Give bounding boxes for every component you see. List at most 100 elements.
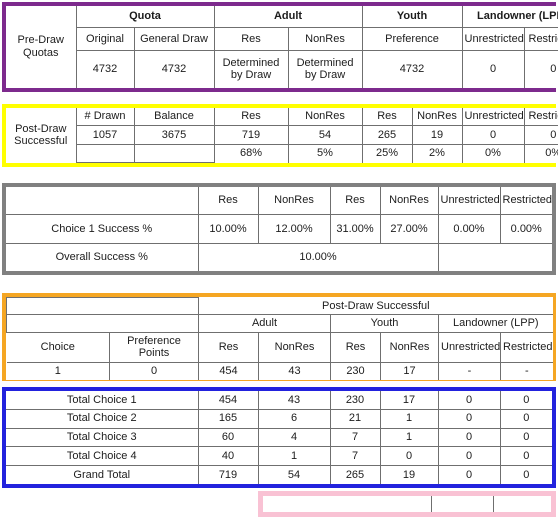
table-row: Overall Success % 10.00% xyxy=(6,242,552,271)
col-header-lpp-unrestricted: Unrestricted xyxy=(438,331,501,364)
totals-youth-res: 7 xyxy=(329,446,381,467)
totals-adult-res: 60 xyxy=(197,427,259,448)
choice-preference-grid: Post-Draw Successful Adult Youth Landown… xyxy=(6,296,553,380)
table-row: Choice Preference Points Res NonRes Res … xyxy=(6,331,553,364)
row-choice: 1 xyxy=(6,362,110,380)
group-header-landowner: Landowner (LPP) xyxy=(437,314,553,333)
percent-youth-res: 25% xyxy=(361,144,413,163)
group-header-adult: Adult xyxy=(213,6,363,29)
totals-lpp-restricted: 0 xyxy=(499,427,552,448)
overall-success-label: Overall Success % xyxy=(6,242,199,271)
totals-row-label: Total Choice 2 xyxy=(6,408,199,429)
choice-preference-table: Post-Draw Successful Adult Youth Landown… xyxy=(2,293,556,381)
totals-lpp-restricted: 0 xyxy=(499,446,552,467)
totals-grid: Total Choice 1 454 43 230 17 0 0 Total C… xyxy=(6,391,552,484)
count-num-drawn: 1057 xyxy=(75,125,135,145)
col-header-adult-nonres: NonRes xyxy=(257,187,331,216)
choice1-adult-nonres: 12.00% xyxy=(257,214,331,244)
pre-draw-row-label: Pre-Draw Quotas xyxy=(6,6,77,88)
group-header-quota: Quota xyxy=(75,6,215,29)
value-youth-preference: 4732 xyxy=(361,49,463,88)
totals-lpp-restricted: 0 xyxy=(499,465,552,484)
pink-cell-2 xyxy=(430,496,494,512)
totals-adult-res: 40 xyxy=(197,446,259,467)
totals-lpp-unrestricted: 0 xyxy=(437,465,501,484)
totals-table: Total Choice 1 454 43 230 17 0 0 Total C… xyxy=(2,387,556,488)
col-header-balance: Balance xyxy=(133,108,215,127)
group-header-youth: Youth xyxy=(361,6,463,29)
choice1-lpp-restricted: 0.00% xyxy=(499,214,552,244)
col-header-choice: Choice xyxy=(6,331,110,364)
table-row: Pre-Draw Quotas Quota Adult Youth Landow… xyxy=(6,6,558,88)
totals-row-label: Total Choice 3 xyxy=(6,427,199,448)
col-header-youth-nonres: NonRes xyxy=(411,108,463,127)
choice-title-spacer xyxy=(6,296,199,316)
group-header-adult: Adult xyxy=(198,314,331,333)
count-balance: 3675 xyxy=(133,125,215,145)
percent-youth-nonres: 2% xyxy=(411,144,463,163)
table-row: Choice 1 Success % 10.00% 12.00% 31.00% … xyxy=(6,214,552,244)
table-row: Total Choice 3 60 4 7 1 0 0 xyxy=(6,427,552,448)
pink-cell-3 xyxy=(492,496,551,512)
post-draw-successful-table: Post-Draw Successful # Drawn Balance Res… xyxy=(2,104,558,167)
totals-adult-res: 719 xyxy=(197,465,259,484)
group-header-landowner: Landowner (LPP) xyxy=(461,6,558,29)
percent-lpp-unrestricted: 0% xyxy=(461,144,525,163)
percent-adult-res: 68% xyxy=(213,144,289,163)
percent-adult-nonres: 5% xyxy=(287,144,363,163)
row-lpp-unrestricted: - xyxy=(438,362,501,380)
totals-adult-nonres: 1 xyxy=(257,446,331,467)
table-row: Res NonRes Res NonRes Unrestricted Restr… xyxy=(6,187,552,216)
col-header-adult-res: Res xyxy=(197,187,259,216)
totals-youth-nonres: 19 xyxy=(379,465,439,484)
table-row: Post-Draw Successful # Drawn Balance Res… xyxy=(6,108,558,163)
col-header-adult-res: Res xyxy=(213,27,289,51)
row-youth-nonres: 17 xyxy=(380,362,439,380)
col-header-lpp-unrestricted: Unrestricted xyxy=(461,108,525,127)
totals-row-label: Grand Total xyxy=(6,465,199,484)
col-header-adult-nonres: NonRes xyxy=(258,331,331,364)
table-row: Post-Draw Successful xyxy=(6,296,553,316)
count-youth-nonres: 19 xyxy=(411,125,463,145)
totals-row-label: Total Choice 4 xyxy=(6,446,199,467)
value-adult-nonres: Determined by Draw xyxy=(287,49,363,88)
choice1-youth-res: 31.00% xyxy=(329,214,381,244)
totals-youth-res: 265 xyxy=(329,465,381,484)
value-lpp-unrestricted: 0 xyxy=(461,49,525,88)
totals-row-label: Total Choice 1 xyxy=(6,391,199,410)
row-adult-res: 454 xyxy=(198,362,259,380)
col-header-lpp-restricted: Restricted xyxy=(523,108,558,127)
pink-partial-table xyxy=(258,491,556,517)
col-header-lpp-unrestricted: Unrestricted xyxy=(461,27,525,51)
totals-lpp-unrestricted: 0 xyxy=(437,446,501,467)
totals-youth-res: 230 xyxy=(329,391,381,410)
col-header-youth-res: Res xyxy=(330,331,381,364)
choice1-adult-res: 10.00% xyxy=(197,214,259,244)
table-row: Grand Total 719 54 265 19 0 0 xyxy=(6,465,552,484)
totals-youth-res: 7 xyxy=(329,427,381,448)
col-header-youth-nonres: NonRes xyxy=(380,331,439,364)
totals-adult-nonres: 54 xyxy=(257,465,331,484)
totals-lpp-unrestricted: 0 xyxy=(437,427,501,448)
choice-1-success-label: Choice 1 Success % xyxy=(6,214,199,244)
value-general-draw: 4732 xyxy=(133,49,215,88)
value-original: 4732 xyxy=(75,49,135,88)
table-row: Total Choice 4 40 1 7 0 0 0 xyxy=(6,446,552,467)
totals-adult-res: 454 xyxy=(197,391,259,410)
success-percent-table: Res NonRes Res NonRes Unrestricted Restr… xyxy=(2,183,556,275)
value-lpp-restricted: 0 xyxy=(523,49,558,88)
table-row: Total Choice 1 454 43 230 17 0 0 xyxy=(6,391,552,410)
row-youth-res: 230 xyxy=(330,362,381,380)
col-header-lpp-restricted: Restricted xyxy=(499,187,552,216)
totals-adult-nonres: 4 xyxy=(257,427,331,448)
group-header-youth: Youth xyxy=(330,314,439,333)
totals-adult-nonres: 43 xyxy=(257,391,331,410)
pink-cell-1 xyxy=(263,496,432,512)
percent-lpp-restricted: 0% xyxy=(523,144,558,163)
table-row: 1 0 454 43 230 17 - - xyxy=(6,362,553,380)
col-header-original: Original xyxy=(75,27,135,51)
count-youth-res: 265 xyxy=(361,125,413,145)
count-lpp-unrestricted: 0 xyxy=(461,125,525,145)
choice1-lpp-unrestricted: 0.00% xyxy=(437,214,501,244)
totals-adult-res: 165 xyxy=(197,408,259,429)
